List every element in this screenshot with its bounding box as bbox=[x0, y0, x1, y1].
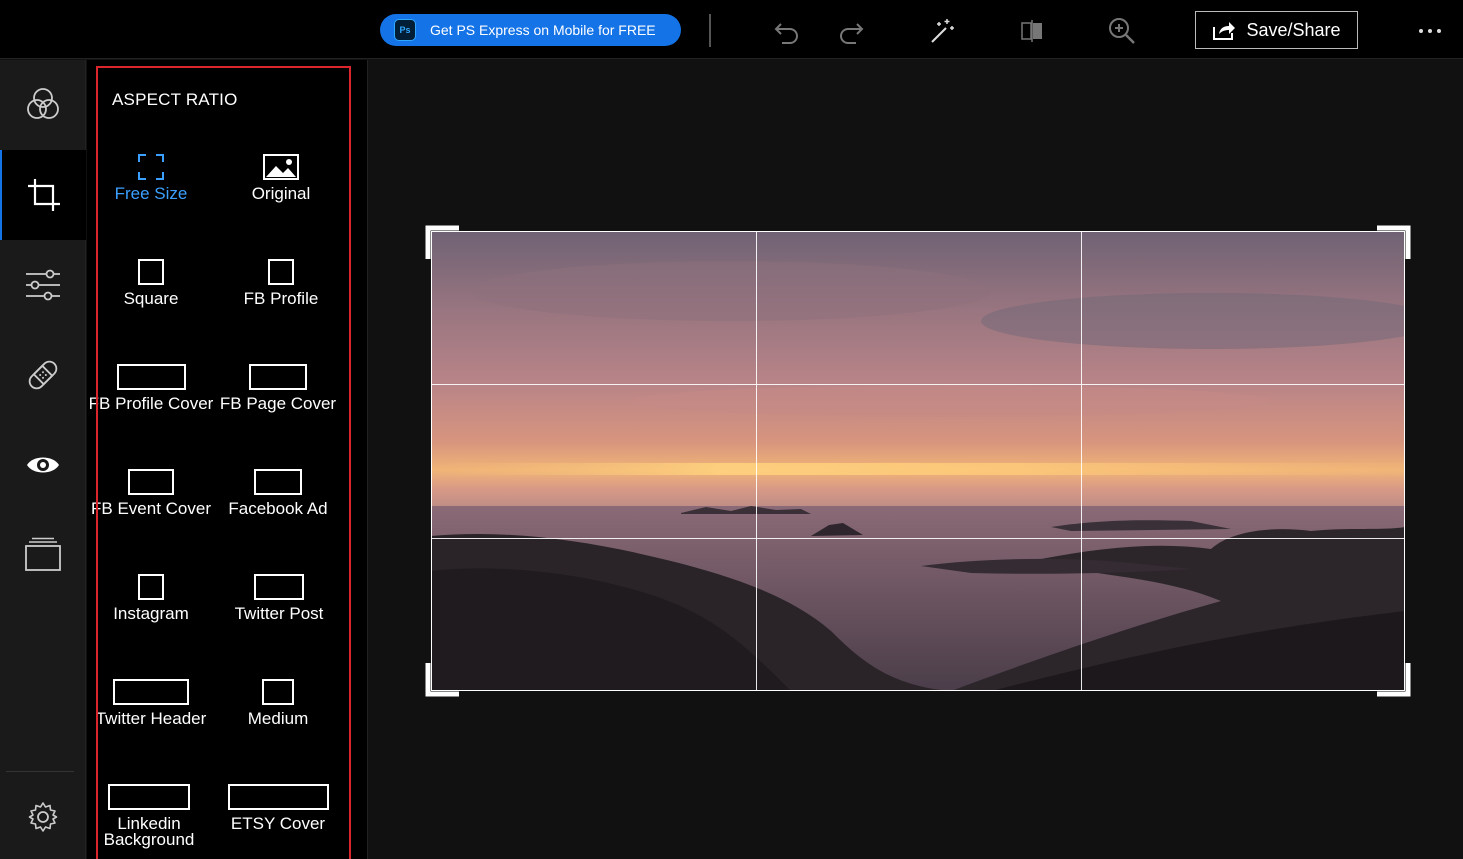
ratio-etsy-cover[interactable]: ETSY Cover bbox=[213, 778, 343, 859]
get-mobile-promo-button[interactable]: Ps Get PS Express on Mobile for FREE bbox=[380, 14, 681, 46]
crop-handle-bottom-right[interactable] bbox=[1377, 663, 1411, 697]
ratio-label: Twitter Post bbox=[234, 604, 324, 623]
adjustments-icon bbox=[26, 269, 60, 301]
toolbar-divider bbox=[709, 14, 711, 47]
ratio-label: Original bbox=[251, 184, 311, 203]
red-eye-tool-button[interactable] bbox=[0, 420, 86, 510]
top-toolbar: Ps Get PS Express on Mobile for FREE Sav… bbox=[0, 0, 1463, 59]
ratio-fb-profile[interactable]: FB Profile bbox=[216, 253, 346, 343]
wide-ratio-icon bbox=[249, 364, 307, 390]
wide-ratio-icon bbox=[254, 469, 302, 495]
sunset-landscape-image bbox=[431, 231, 1405, 691]
redo-icon bbox=[840, 23, 864, 44]
ratio-label: Instagram bbox=[113, 604, 189, 623]
redo-button[interactable] bbox=[834, 14, 868, 48]
ratio-medium[interactable]: Medium bbox=[213, 673, 343, 763]
sunset-photo bbox=[431, 231, 1405, 691]
ratio-facebook-ad[interactable]: Facebook Ad bbox=[213, 463, 343, 553]
ratio-label: Facebook Ad bbox=[228, 499, 328, 518]
auto-enhance-button[interactable] bbox=[924, 14, 958, 48]
tool-rail bbox=[0, 60, 86, 859]
magic-wand-icon bbox=[931, 19, 954, 43]
compare-icon bbox=[1021, 20, 1042, 42]
aspect-ratio-panel: ASPECT RATIO Free Size Original Square F… bbox=[87, 60, 368, 859]
crop-tool-button[interactable] bbox=[0, 150, 86, 240]
panel-title: ASPECT RATIO bbox=[112, 90, 238, 109]
square-ratio-icon bbox=[268, 259, 294, 285]
ps-express-logo-icon: Ps bbox=[394, 19, 416, 41]
ratio-label: Linkedin Background bbox=[103, 814, 195, 849]
crop-handle-top-right[interactable] bbox=[1377, 225, 1411, 259]
ratio-label: Square bbox=[123, 289, 179, 308]
ratio-label: Medium bbox=[247, 709, 309, 728]
settings-button[interactable] bbox=[0, 772, 86, 859]
undo-icon bbox=[774, 23, 798, 44]
ratio-fb-profile-cover[interactable]: FB Profile Cover bbox=[87, 358, 216, 448]
photoshop-express-app: Ps Get PS Express on Mobile for FREE Sav… bbox=[0, 0, 1463, 859]
healing-icon bbox=[28, 360, 58, 390]
share-icon bbox=[1213, 22, 1236, 40]
ratio-original[interactable]: Original bbox=[216, 148, 346, 238]
zoom-in-icon bbox=[1109, 18, 1135, 44]
borders-tool-button[interactable] bbox=[0, 510, 86, 600]
borders-icon bbox=[25, 537, 61, 571]
ratio-fb-page-cover[interactable]: FB Page Cover bbox=[213, 358, 343, 448]
crop-handle-top-left[interactable] bbox=[425, 225, 459, 259]
ratio-fb-event-cover[interactable]: FB Event Cover bbox=[87, 463, 216, 553]
ratio-linkedin-background[interactable]: Linkedin Background bbox=[87, 778, 214, 859]
free-size-icon bbox=[138, 154, 164, 180]
image-icon bbox=[263, 154, 299, 180]
ratio-label: ETSY Cover bbox=[230, 814, 326, 833]
ratio-label: Twitter Header bbox=[95, 709, 207, 728]
ratio-label: FB Event Cover bbox=[91, 499, 211, 518]
ratio-label: FB Profile bbox=[243, 289, 319, 308]
zoom-button[interactable] bbox=[1105, 14, 1139, 48]
crop-handle-bottom-left[interactable] bbox=[425, 663, 459, 697]
save-share-button[interactable]: Save/Share bbox=[1195, 11, 1358, 49]
editing-canvas bbox=[369, 60, 1463, 859]
ratio-twitter-post[interactable]: Twitter Post bbox=[214, 568, 344, 658]
ratio-free-size[interactable]: Free Size bbox=[87, 148, 216, 238]
more-options-button[interactable] bbox=[1410, 14, 1450, 48]
more-dot-icon bbox=[1419, 29, 1423, 33]
wide-ratio-icon bbox=[113, 679, 189, 705]
red-eye-icon bbox=[27, 457, 59, 473]
ratio-square[interactable]: Square bbox=[87, 253, 216, 343]
ratio-label: FB Profile Cover bbox=[88, 394, 214, 413]
looks-icon bbox=[27, 88, 59, 119]
ratio-instagram[interactable]: Instagram bbox=[87, 568, 216, 658]
more-dot-icon bbox=[1428, 29, 1432, 33]
square-ratio-icon bbox=[138, 574, 164, 600]
promo-label: Get PS Express on Mobile for FREE bbox=[430, 22, 656, 38]
wide-ratio-icon bbox=[227, 784, 329, 810]
wide-ratio-icon bbox=[108, 784, 190, 810]
wide-ratio-icon bbox=[262, 679, 294, 705]
looks-tool-button[interactable] bbox=[0, 60, 86, 150]
healing-tool-button[interactable] bbox=[0, 330, 86, 420]
adjustments-tool-button[interactable] bbox=[0, 240, 86, 330]
ratio-label: Free Size bbox=[114, 184, 188, 203]
ratio-label: FB Page Cover bbox=[219, 394, 337, 413]
ratio-twitter-header[interactable]: Twitter Header bbox=[87, 673, 216, 763]
undo-button[interactable] bbox=[770, 14, 804, 48]
save-share-label: Save/Share bbox=[1246, 19, 1341, 40]
more-dot-icon bbox=[1437, 29, 1441, 33]
crop-icon bbox=[28, 179, 60, 211]
wide-ratio-icon bbox=[254, 574, 304, 600]
settings-icon bbox=[28, 802, 58, 832]
wide-ratio-icon bbox=[128, 469, 174, 495]
wide-ratio-icon bbox=[116, 364, 186, 390]
compare-button[interactable] bbox=[1015, 14, 1049, 48]
square-ratio-icon bbox=[138, 259, 164, 285]
